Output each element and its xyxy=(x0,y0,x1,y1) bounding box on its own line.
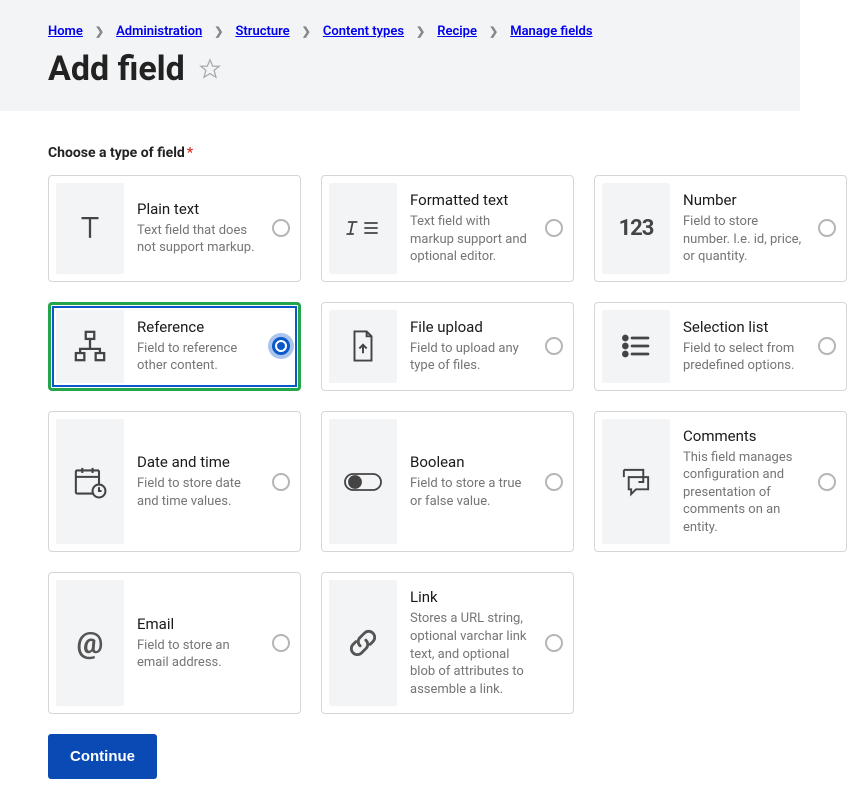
section-label-text: Choose a type of field xyxy=(48,145,185,161)
field-option-plain-text[interactable]: Plain text Text field that does not supp… xyxy=(48,175,301,282)
field-option-boolean[interactable]: Boolean Field to store a true or false v… xyxy=(321,411,574,553)
number-icon: 123 xyxy=(602,183,670,274)
field-option-title: Selection list xyxy=(683,318,805,336)
section-label: Choose a type of field* xyxy=(48,145,800,161)
required-marker: * xyxy=(187,145,193,161)
field-option-title: File upload xyxy=(410,318,532,336)
chevron-right-icon: ❯ xyxy=(416,25,425,38)
field-option-desc: This field manages configuration and pre… xyxy=(683,449,805,537)
breadcrumb-item[interactable]: Recipe xyxy=(437,24,477,39)
field-option-title: Formatted text xyxy=(410,191,532,209)
field-option-link[interactable]: Link Stores a URL string, optional varch… xyxy=(321,572,574,714)
field-option-desc: Field to store number. I.e. id, price, o… xyxy=(683,213,805,266)
breadcrumb-item[interactable]: Manage fields xyxy=(510,24,592,39)
link-icon xyxy=(329,580,397,706)
field-option-formatted-text[interactable]: Formatted text Text field with markup su… xyxy=(321,175,574,282)
field-option-desc: Field to store a true or false value. xyxy=(410,475,532,510)
field-option-desc: Text field with markup support and optio… xyxy=(410,213,532,266)
star-icon[interactable] xyxy=(199,58,221,80)
breadcrumb-item[interactable]: Administration xyxy=(116,24,202,39)
field-option-desc: Field to store date and time values. xyxy=(137,475,259,510)
radio-button[interactable] xyxy=(272,473,290,491)
continue-button[interactable]: Continue xyxy=(48,734,157,779)
comments-icon xyxy=(602,419,670,545)
radio-button[interactable] xyxy=(545,219,563,237)
field-option-desc: Field to store an email address. xyxy=(137,637,259,672)
field-option-reference[interactable]: Reference Field to reference other conte… xyxy=(48,302,301,391)
toggle-icon xyxy=(329,419,397,545)
radio-button[interactable] xyxy=(545,634,563,652)
field-option-desc: Text field that does not support markup. xyxy=(137,222,259,257)
file-upload-icon xyxy=(329,310,397,383)
field-option-desc: Field to upload any type of files. xyxy=(410,340,532,375)
content: Choose a type of field* Plain text Text … xyxy=(0,111,848,791)
header-region: Home ❯ Administration ❯ Structure ❯ Cont… xyxy=(0,0,800,111)
field-option-number[interactable]: 123 Number Field to store number. I.e. i… xyxy=(594,175,847,282)
radio-button[interactable] xyxy=(818,337,836,355)
field-option-title: Comments xyxy=(683,427,805,445)
chevron-right-icon: ❯ xyxy=(95,25,104,38)
radio-button[interactable] xyxy=(272,634,290,652)
field-option-email[interactable]: @ Email Field to store an email address. xyxy=(48,572,301,714)
at-sign-icon: @ xyxy=(56,580,124,706)
list-icon xyxy=(602,310,670,383)
field-option-desc: Field to reference other content. xyxy=(137,340,259,375)
field-option-file-upload[interactable]: File upload Field to upload any type of … xyxy=(321,302,574,391)
chevron-right-icon: ❯ xyxy=(489,25,498,38)
radio-button[interactable] xyxy=(272,337,290,355)
text-icon xyxy=(56,183,124,274)
field-option-selection-list[interactable]: Selection list Field to select from pred… xyxy=(594,302,847,391)
radio-button[interactable] xyxy=(818,473,836,491)
field-option-title: Link xyxy=(410,588,532,606)
field-option-title: Boolean xyxy=(410,453,532,471)
reference-icon xyxy=(56,310,124,383)
field-option-title: Reference xyxy=(137,318,259,336)
radio-button[interactable] xyxy=(545,473,563,491)
field-option-desc: Stores a URL string, optional varchar li… xyxy=(410,610,532,698)
field-option-comments[interactable]: Comments This field manages configuratio… xyxy=(594,411,847,553)
breadcrumb-item[interactable]: Home xyxy=(48,24,83,39)
radio-button[interactable] xyxy=(545,337,563,355)
calendar-clock-icon xyxy=(56,419,124,545)
chevron-right-icon: ❯ xyxy=(214,25,223,38)
chevron-right-icon: ❯ xyxy=(302,25,311,38)
field-option-title: Number xyxy=(683,191,805,209)
field-option-date-time[interactable]: Date and time Field to store date and ti… xyxy=(48,411,301,553)
page-title-row: Add field xyxy=(48,49,752,89)
radio-button[interactable] xyxy=(272,219,290,237)
field-type-grid: Plain text Text field that does not supp… xyxy=(48,175,800,714)
formatted-text-icon xyxy=(329,183,397,274)
breadcrumb: Home ❯ Administration ❯ Structure ❯ Cont… xyxy=(48,24,752,39)
field-option-title: Plain text xyxy=(137,200,259,218)
page-title: Add field xyxy=(48,49,185,89)
breadcrumb-item[interactable]: Structure xyxy=(235,24,289,39)
field-option-desc: Field to select from predefined options. xyxy=(683,340,805,375)
breadcrumb-item[interactable]: Content types xyxy=(323,24,404,39)
radio-button[interactable] xyxy=(818,219,836,237)
field-option-title: Date and time xyxy=(137,453,259,471)
field-option-title: Email xyxy=(137,615,259,633)
